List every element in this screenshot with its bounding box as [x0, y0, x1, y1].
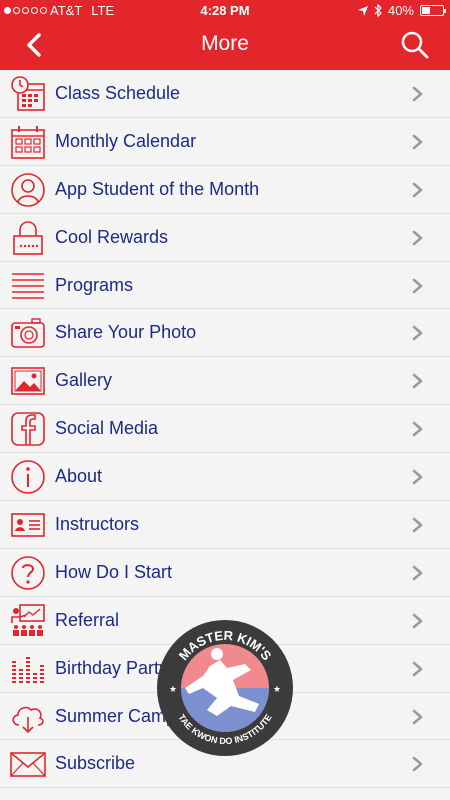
menu-item-label: Monthly Calendar	[55, 130, 197, 151]
menu-item-label: About	[55, 466, 103, 487]
menu-item-gallery[interactable]: Gallery	[0, 357, 450, 406]
list-lines-icon	[12, 272, 44, 299]
chevron-right-icon	[412, 469, 423, 485]
chevron-right-icon	[412, 230, 423, 245]
lock-icon	[13, 220, 43, 255]
chevron-right-icon	[412, 565, 423, 581]
menu-item-label: Social Media	[55, 418, 159, 439]
question-icon	[11, 556, 45, 590]
search-icon[interactable]	[400, 30, 430, 60]
bluetooth-icon	[374, 4, 382, 17]
navigation-bar: More	[0, 20, 450, 70]
menu-item-programs[interactable]: Programs	[0, 262, 450, 310]
location-arrow-icon	[357, 5, 368, 16]
menu-item-class-schedule[interactable]: Class Schedule	[0, 70, 450, 118]
camera-icon	[11, 318, 45, 349]
status-bar: AT&T LTE 4:28 PM 40%	[0, 0, 450, 20]
calendar-icon	[11, 125, 45, 159]
menu-item-label: Referral	[55, 609, 120, 630]
menu-item-about[interactable]: About	[0, 453, 450, 502]
menu-item-share-your-photo[interactable]: Share Your Photo	[0, 309, 450, 358]
menu-item-monthly-calendar[interactable]: Monthly Calendar	[0, 118, 450, 166]
menu-item-cool-rewards[interactable]: Cool Rewards	[0, 214, 450, 262]
menu-item-social-media[interactable]: Social Media	[0, 405, 450, 454]
chevron-right-icon	[412, 757, 423, 772]
svg-text:★: ★	[273, 685, 281, 695]
logo: MASTER KIM'S TAE KWON DO INSTITUTE ★ ★	[157, 620, 293, 756]
chevron-right-icon	[412, 517, 423, 533]
chevron-right-icon	[412, 709, 423, 724]
menu-item-label: How Do I Start	[55, 561, 173, 582]
svg-text:★: ★	[169, 685, 177, 695]
menu-item-label: Subscribe	[55, 753, 136, 774]
menu-item-label: Share Your Photo	[55, 322, 197, 343]
menu-item-label: Gallery	[55, 370, 113, 391]
chevron-right-icon	[412, 374, 423, 389]
menu-item-label: Birthday Party	[55, 657, 169, 678]
id-card-icon	[11, 513, 45, 537]
chevron-right-icon	[412, 182, 423, 198]
app-header: AT&T LTE 4:28 PM 40% More	[0, 0, 450, 70]
menu-item-label: Programs	[55, 274, 134, 295]
equalizer-icon	[12, 656, 44, 683]
menu-item-label: Cool Rewards	[55, 226, 169, 247]
menu-item-label: App Student of the Month	[55, 178, 260, 199]
image-icon	[11, 367, 45, 396]
battery-icon	[420, 5, 446, 16]
chevron-right-icon	[412, 134, 423, 150]
chevron-right-icon	[412, 421, 423, 437]
cloud-download-icon	[12, 706, 44, 733]
facebook-icon	[11, 412, 45, 447]
envelope-icon	[10, 752, 46, 778]
chevron-right-icon	[412, 326, 423, 341]
menu-item-instructors[interactable]: Instructors	[0, 501, 450, 549]
menu-item-app-student-of-the-month[interactable]: App Student of the Month	[0, 166, 450, 214]
chevron-right-icon	[412, 86, 423, 102]
chevron-right-icon	[412, 613, 423, 629]
info-icon	[11, 460, 45, 494]
chevron-right-icon	[412, 661, 423, 676]
chevron-right-icon	[412, 278, 423, 293]
calendar-clock-icon	[11, 76, 45, 111]
menu-item-how-do-i-start[interactable]: How Do I Start	[0, 549, 450, 597]
menu-item-label: Instructors	[55, 513, 140, 534]
presentation-icon	[11, 603, 45, 636]
page-title: More	[201, 32, 249, 55]
battery-percent: 40%	[387, 3, 414, 18]
user-circle-icon	[11, 172, 45, 207]
menu-item-label: Class Schedule	[55, 82, 181, 103]
